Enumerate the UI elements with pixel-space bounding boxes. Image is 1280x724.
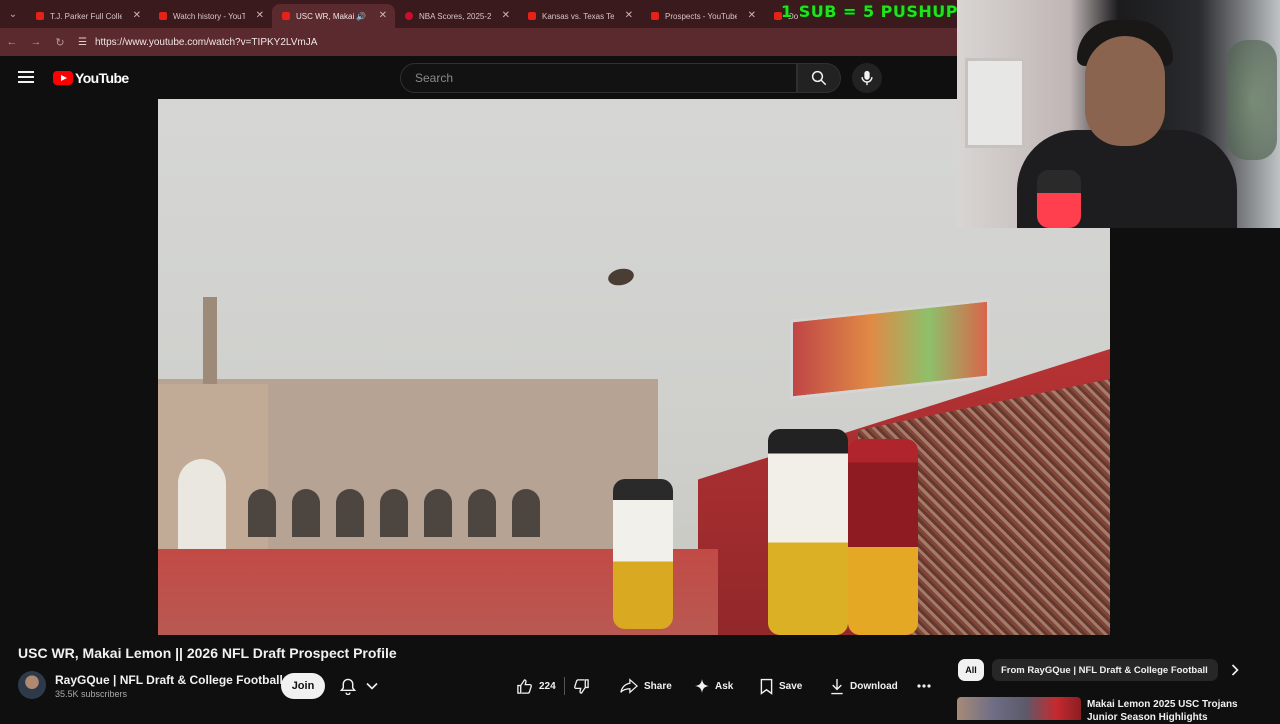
share-button[interactable]: Share [620,673,672,699]
sub-pushups-banner: 1 SUB = 5 PUSHUPS [781,2,971,21]
video-frame-player [768,429,848,635]
chevron-down-icon [366,682,378,690]
download-button[interactable]: Download [830,673,898,699]
share-label: Share [644,680,672,692]
youtube-favicon-icon [159,12,167,20]
tab-close-icon[interactable]: ✕ [625,10,633,21]
browser-tab-active[interactable]: USC WR, Makai L 🔊 ✕ [272,4,395,28]
tab-title: T.J. Parker Full College [50,11,122,21]
nba-favicon-icon [405,12,413,20]
recommendation-title[interactable]: Makai Lemon 2025 USC Trojans Junior Seas… [1087,698,1267,724]
tab-close-icon[interactable]: ✕ [502,10,510,21]
forward-arrow-icon[interactable]: → [24,28,48,56]
bookmark-icon [760,678,773,695]
espn-favicon-icon [528,12,536,20]
browser-tab[interactable]: T.J. Parker Full College ✕ [26,4,149,28]
site-info-icon[interactable]: ☰ [78,37,87,48]
video-frame-player [613,479,673,629]
browser-tab[interactable]: Watch history - YouT ✕ [149,4,272,28]
tab-title: Watch history - YouT [173,11,245,21]
browser-tab[interactable]: Prospects - YouTube ✕ [641,4,764,28]
download-icon [831,678,843,694]
share-icon [620,678,638,694]
chevron-right-icon [1231,664,1239,676]
search-box[interactable] [400,63,797,93]
channel-name[interactable]: RayGQue | NFL Draft & College Football [55,673,283,687]
video-frame-tower [203,297,217,387]
notifications-button[interactable] [336,673,382,699]
youtube-favicon-icon [282,12,290,20]
youtube-masthead: YouTube [0,56,957,99]
sparkle-icon [695,679,709,693]
youtube-favicon-icon [651,12,659,20]
tab-close-icon[interactable]: ✕ [379,10,387,21]
thumbs-up-icon[interactable] [516,678,533,695]
url-text[interactable]: https://www.youtube.com/watch?v=TIPKY2LV… [95,37,317,48]
webcam-overlay [957,0,1280,228]
video-frame-player [848,439,918,635]
chip-from-channel[interactable]: From RayGQue | NFL Draft & College Footb… [992,659,1218,681]
more-horizontal-icon [917,684,931,688]
address-bar: ← → ↻ ☰ https://www.youtube.com/watch?v=… [0,28,957,56]
speaker-icon[interactable]: 🔊 [356,12,366,21]
url-field[interactable]: ☰ https://www.youtube.com/watch?v=TIPKY2… [78,32,317,52]
subscriber-count: 35.5K subscribers [55,689,128,699]
channel-avatar[interactable] [18,671,46,699]
microphone-icon [861,70,873,86]
thumbs-down-icon[interactable] [573,678,590,695]
youtube-play-icon [53,71,73,85]
chip-all[interactable]: All [958,659,984,681]
tab-title: NBA Scores, 2025-26 [419,11,491,21]
recommendation-thumbnail[interactable] [957,697,1081,720]
video-frame-arch [178,459,226,549]
browser-tab[interactable]: Kansas vs. Texas Tech ✕ [518,4,641,28]
more-actions-button[interactable] [917,673,937,699]
back-arrow-icon[interactable]: ← [0,28,24,56]
youtube-favicon-icon [36,12,44,20]
webcam-microphone [1037,170,1081,228]
webcam-window [965,58,1025,148]
video-frame-arches [248,489,540,537]
menu-icon[interactable] [18,71,34,83]
tab-title: USC WR, Makai L [296,11,354,21]
tab-list-chevron-icon[interactable]: ⌄ [0,0,26,28]
tab-title: Kansas vs. Texas Tech [542,11,614,21]
ask-label: Ask [715,680,734,692]
youtube-logo[interactable]: YouTube [53,70,129,86]
tab-title: Prospects - YouTube [665,11,737,21]
secondary-column [1110,228,1280,635]
search-button[interactable] [797,63,841,93]
webcam-streamer-face [1085,36,1165,146]
save-button[interactable]: Save [760,673,802,699]
browser-tab[interactable]: NBA Scores, 2025-26 ✕ [395,4,518,28]
search-icon [811,70,827,86]
save-label: Save [779,680,803,692]
search-input[interactable] [415,71,796,85]
chips-next-button[interactable] [1225,660,1245,680]
like-divider [563,677,565,695]
ask-button[interactable]: Ask [695,673,733,699]
tab-close-icon[interactable]: ✕ [256,10,264,21]
webcam-plant [1227,40,1277,160]
download-label: Download [850,680,898,692]
tab-close-icon[interactable]: ✕ [748,10,756,21]
reload-icon[interactable]: ↻ [48,28,72,56]
like-count[interactable]: 224 [539,681,556,692]
youtube-wordmark: YouTube [75,70,129,86]
join-button[interactable]: Join [281,673,325,699]
tab-close-icon[interactable]: ✕ [133,10,141,21]
voice-search-button[interactable] [852,63,882,93]
like-dislike-group: 224 [516,673,608,699]
video-title: USC WR, Makai Lemon || 2026 NFL Draft Pr… [18,645,397,661]
bell-icon [340,678,356,695]
